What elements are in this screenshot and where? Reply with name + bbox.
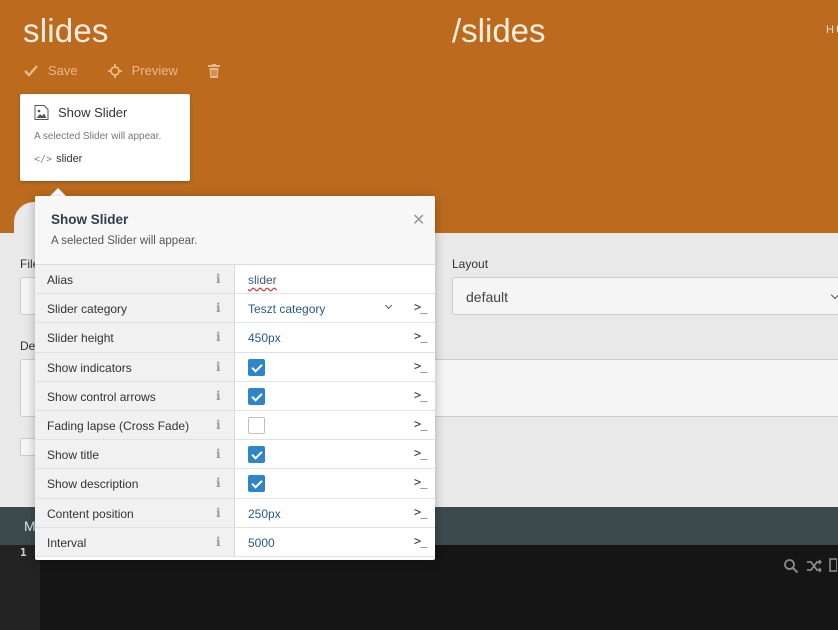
property-row: Slider height i 450px >_ [35,323,435,353]
info-icon[interactable]: i [216,476,221,490]
property-checkbox[interactable] [248,387,265,405]
check-icon [24,64,38,78]
toolbar: Save Preview [24,63,262,78]
description-label: De [20,339,36,353]
terminal-icon[interactable]: >_ [414,300,427,314]
properties-table: Alias i slider Slider category i Teszt catego… [35,265,435,557]
info-icon[interactable]: i [216,447,221,461]
info-icon[interactable]: i [216,506,221,520]
property-checkbox[interactable] [248,358,265,376]
property-label: Slider height [47,331,114,346]
property-input[interactable]: slider [248,273,277,287]
chevron-down-icon [384,302,393,310]
terminal-icon[interactable]: >_ [414,388,427,402]
layout-label: Layout [452,257,489,271]
info-icon[interactable]: i [216,272,221,286]
property-label: Slider category [47,302,128,317]
property-label: Show description [47,477,139,492]
header-hint: HU [826,24,838,36]
terminal-icon[interactable]: >_ [414,359,427,373]
delete-button[interactable] [207,63,232,78]
property-label: Fading lapse (Cross Fade) [47,418,190,433]
property-checkbox[interactable] [248,416,265,434]
component-card[interactable]: Show Slider A selected Slider will appea… [20,94,190,181]
save-button[interactable]: Save [24,63,78,78]
card-title: Show Slider [58,105,128,120]
property-row: Interval i 5000 >_ [35,527,435,557]
property-input[interactable]: 450px [248,331,281,345]
property-row: Content position i 250px >_ [35,498,435,528]
shuffle-icon[interactable] [806,558,822,574]
terminal-icon[interactable]: >_ [414,475,427,489]
card-code-name: slider [56,153,83,165]
info-icon[interactable]: i [216,330,221,344]
popover-header: Show Slider A selected Slider will appea… [35,196,435,265]
layout-select[interactable]: default [452,277,838,315]
property-label: Content position [47,506,134,521]
property-label: Interval [47,535,87,550]
property-row: Alias i slider [35,265,435,295]
line-number: 1 [20,546,27,559]
page-path: /slides [452,12,546,49]
info-icon[interactable]: i [216,418,221,432]
code-icon: </> [34,153,53,165]
property-input[interactable]: 5000 [248,536,275,550]
property-row: Slider category i Teszt category >_ [35,294,435,324]
info-icon[interactable]: i [216,360,221,374]
property-input[interactable]: 250px [248,507,281,521]
property-row: Show indicators i >_ [35,352,435,382]
preview-button[interactable]: Preview [107,63,178,78]
property-row: Show title i >_ [35,440,435,470]
popover-title: Show Slider [51,212,129,227]
terminal-icon[interactable]: >_ [414,505,427,519]
property-label: Alias [47,273,74,287]
property-label: Show indicators [47,360,132,375]
property-checkbox[interactable] [248,446,265,464]
property-row: Show description i >_ [35,469,435,499]
window-icon[interactable] [829,558,837,574]
save-label: Save [48,63,78,78]
property-row: Show control arrows i >_ [35,381,435,411]
editor-toolbar-label: M [24,518,36,534]
info-icon[interactable]: i [216,301,221,315]
info-icon[interactable]: i [216,535,221,549]
terminal-icon[interactable]: >_ [414,534,427,548]
page-title: slides [23,12,109,49]
close-icon[interactable]: ✕ [412,210,425,230]
popover-arrow [50,188,66,196]
property-checkbox[interactable] [248,475,265,493]
popover-description: A selected Slider will appear. [51,235,198,247]
trash-icon [207,63,222,78]
property-row: Fading lapse (Cross Fade) i >_ [35,410,435,441]
terminal-icon[interactable]: >_ [414,446,427,460]
card-description: A selected Slider will appear. [34,131,162,142]
editor-icons [783,558,837,574]
property-label: Show title [47,448,100,463]
crosshair-icon [107,63,122,78]
search-icon[interactable] [783,558,799,574]
property-label: Show control arrows [47,389,156,404]
preview-label: Preview [131,63,178,78]
properties-popover: Show Slider A selected Slider will appea… [35,196,435,560]
image-icon [34,105,49,120]
info-icon[interactable]: i [216,389,221,403]
terminal-icon[interactable]: >_ [414,329,427,343]
terminal-icon[interactable]: >_ [414,417,427,431]
property-select[interactable]: Teszt category [248,302,325,316]
